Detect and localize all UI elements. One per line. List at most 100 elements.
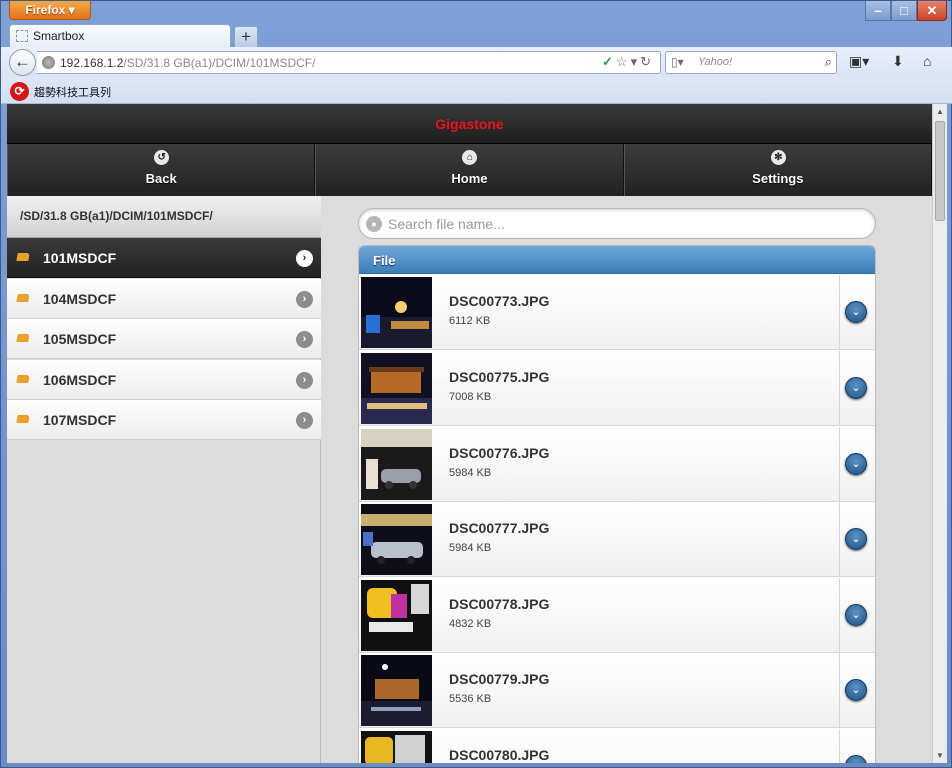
folder-item[interactable]: 101MSDCF › [7,238,321,278]
search-placeholder: Search file name... [388,216,505,232]
chevron-down-icon[interactable]: ⌄ [845,453,867,475]
browser-back-button[interactable]: ← [9,49,36,76]
file-row[interactable]: DSC00773.JPG 6112 KB ⌄ [359,275,875,350]
tab-title: Smartbox [33,29,85,43]
file-size: 6112 KB [449,315,491,327]
dropdown-icon[interactable]: ▾ [631,54,641,69]
browser-window: Firefox ▾ – □ ✕ Smartbox + ← 192.168.1.2… [0,0,952,768]
search-bar[interactable]: ▯▾ Yahoo! ⌕ [665,51,837,74]
file-row[interactable]: DSC00779.JPG 5536 KB ⌄ [359,653,875,728]
page-scrollbar[interactable]: ▲ ▼ [932,104,947,763]
url-path: /SD/31.8 GB(a1)/DCIM/101MSDCF/ [123,56,316,70]
url-host: 192.168.1.2 [60,56,124,70]
chevron-right-icon: › [296,250,313,267]
check-icon[interactable]: ✓ [602,54,616,69]
chevron-right-icon: › [296,291,313,308]
home-browser-icon[interactable]: ⌂ [923,53,931,69]
row-divider [839,427,840,502]
folder-name: 105MSDCF [43,331,117,347]
back-button[interactable]: ↺ Back [7,144,316,196]
chevron-down-icon[interactable]: ⌄ [845,301,867,323]
gear-icon: ✻ [770,150,786,165]
file-list: File DSC00773.JPG 6112 KB ⌄ DSC00775.JPG… [358,245,876,763]
close-window-button[interactable]: ✕ [917,1,947,21]
photo-thumbnail [361,731,432,763]
navigation-toolbar: ← 192.168.1.2/SD/31.8 GB(a1)/DCIM/101MSD… [1,47,952,77]
file-name: DSC00777.JPG [449,520,550,536]
row-divider [839,502,840,577]
file-row[interactable]: DSC00777.JPG 5984 KB ⌄ [359,502,875,577]
file-name: DSC00778.JPG [449,596,550,612]
folder-item[interactable]: 104MSDCF › [7,279,321,319]
firefox-menu-button[interactable]: Firefox ▾ [9,1,91,20]
globe-icon [42,56,55,69]
toolbar-label[interactable]: 趨勢科技工具列 [34,84,111,100]
folder-pane: /SD/31.8 GB(a1)/DCIM/101MSDCF/ 101MSDCF … [7,196,321,763]
reload-icon[interactable]: ↻ [640,54,654,69]
file-size: 5984 KB [449,467,492,479]
folder-icon [16,294,30,302]
folder-name: 107MSDCF [43,412,117,428]
file-search-input[interactable]: ● Search file name... [358,208,876,239]
search-icon: ● [366,216,382,232]
home-label: Home [451,171,488,186]
new-tab-button[interactable]: + [234,26,258,47]
chevron-down-icon[interactable]: ⌄ [845,604,867,626]
row-divider [839,729,840,763]
minimize-button[interactable]: – [865,1,891,21]
maximize-button[interactable]: □ [891,1,917,21]
folder-name: 106MSDCF [43,372,117,388]
home-button[interactable]: ⌂ Home [315,144,624,196]
file-row[interactable]: DSC00776.JPG 5984 KB ⌄ [359,427,875,502]
file-row[interactable]: DSC00775.JPG 7008 KB ⌄ [359,351,875,426]
folder-item[interactable]: 107MSDCF › [7,400,321,440]
file-name: DSC00773.JPG [449,293,550,309]
folder-icon [16,334,30,342]
tab-smartbox[interactable]: Smartbox [9,24,231,47]
back-arrow-icon: ↺ [154,150,170,165]
home-icon: ⌂ [462,150,478,165]
folder-item[interactable]: 106MSDCF › [7,360,321,400]
app-header: Gigastone [7,104,932,144]
search-engine-icon[interactable]: ▯▾ [671,55,684,69]
address-bar[interactable]: 192.168.1.2/SD/31.8 GB(a1)/DCIM/101MSDCF… [37,51,661,74]
chevron-down-icon[interactable]: ⌄ [845,377,867,399]
back-label: Back [145,171,177,186]
address-bar-icons: ✓☆▾↻ [602,54,654,70]
file-row[interactable]: DSC00780.JPG ⌄ [359,729,875,763]
photo-thumbnail [361,580,432,651]
file-name: DSC00779.JPG [449,671,550,687]
chevron-right-icon: › [296,331,313,348]
url-text: 192.168.1.2/SD/31.8 GB(a1)/DCIM/101MSDCF… [60,56,315,70]
file-name: DSC00775.JPG [449,369,550,385]
chevron-down-icon[interactable]: ⌄ [845,755,867,763]
folder-item[interactable]: 105MSDCF › [7,319,321,359]
chevron-down-icon[interactable]: ⌄ [845,528,867,550]
search-icon[interactable]: ⌕ [825,54,832,70]
app-nav: ↺ Back ⌂ Home ✻ Settings [7,144,932,196]
trend-micro-logo-icon[interactable]: ⟳ [10,82,29,101]
folder-name: 101MSDCF [43,250,117,266]
file-size: 7008 KB [449,391,492,403]
photo-thumbnail [361,353,432,424]
brand-title: Gigastone [435,116,504,132]
settings-button[interactable]: ✻ Settings [623,144,932,196]
photo-thumbnail [361,277,432,348]
addon-toolbar: ⟳ 趨勢科技工具列 [1,77,952,104]
folder-icon [16,375,30,383]
path-header: /SD/31.8 GB(a1)/DCIM/101MSDCF/ [7,196,321,238]
scrollbar-thumb[interactable] [935,121,945,221]
file-size: 4832 KB [449,618,492,630]
scroll-down-icon[interactable]: ▼ [936,751,944,760]
photo-thumbnail [361,655,432,726]
chevron-down-icon[interactable]: ⌄ [845,679,867,701]
file-name: DSC00780.JPG [449,747,550,763]
download-icon[interactable]: ⬇ [892,53,904,70]
star-icon[interactable]: ☆ [616,54,631,69]
bookmarks-icon[interactable]: ▣▾ [849,53,869,70]
search-bar-placeholder: Yahoo! [698,56,733,68]
row-divider [839,275,840,350]
row-divider [839,653,840,728]
scroll-up-icon[interactable]: ▲ [936,107,944,116]
file-row[interactable]: DSC00778.JPG 4832 KB ⌄ [359,578,875,653]
